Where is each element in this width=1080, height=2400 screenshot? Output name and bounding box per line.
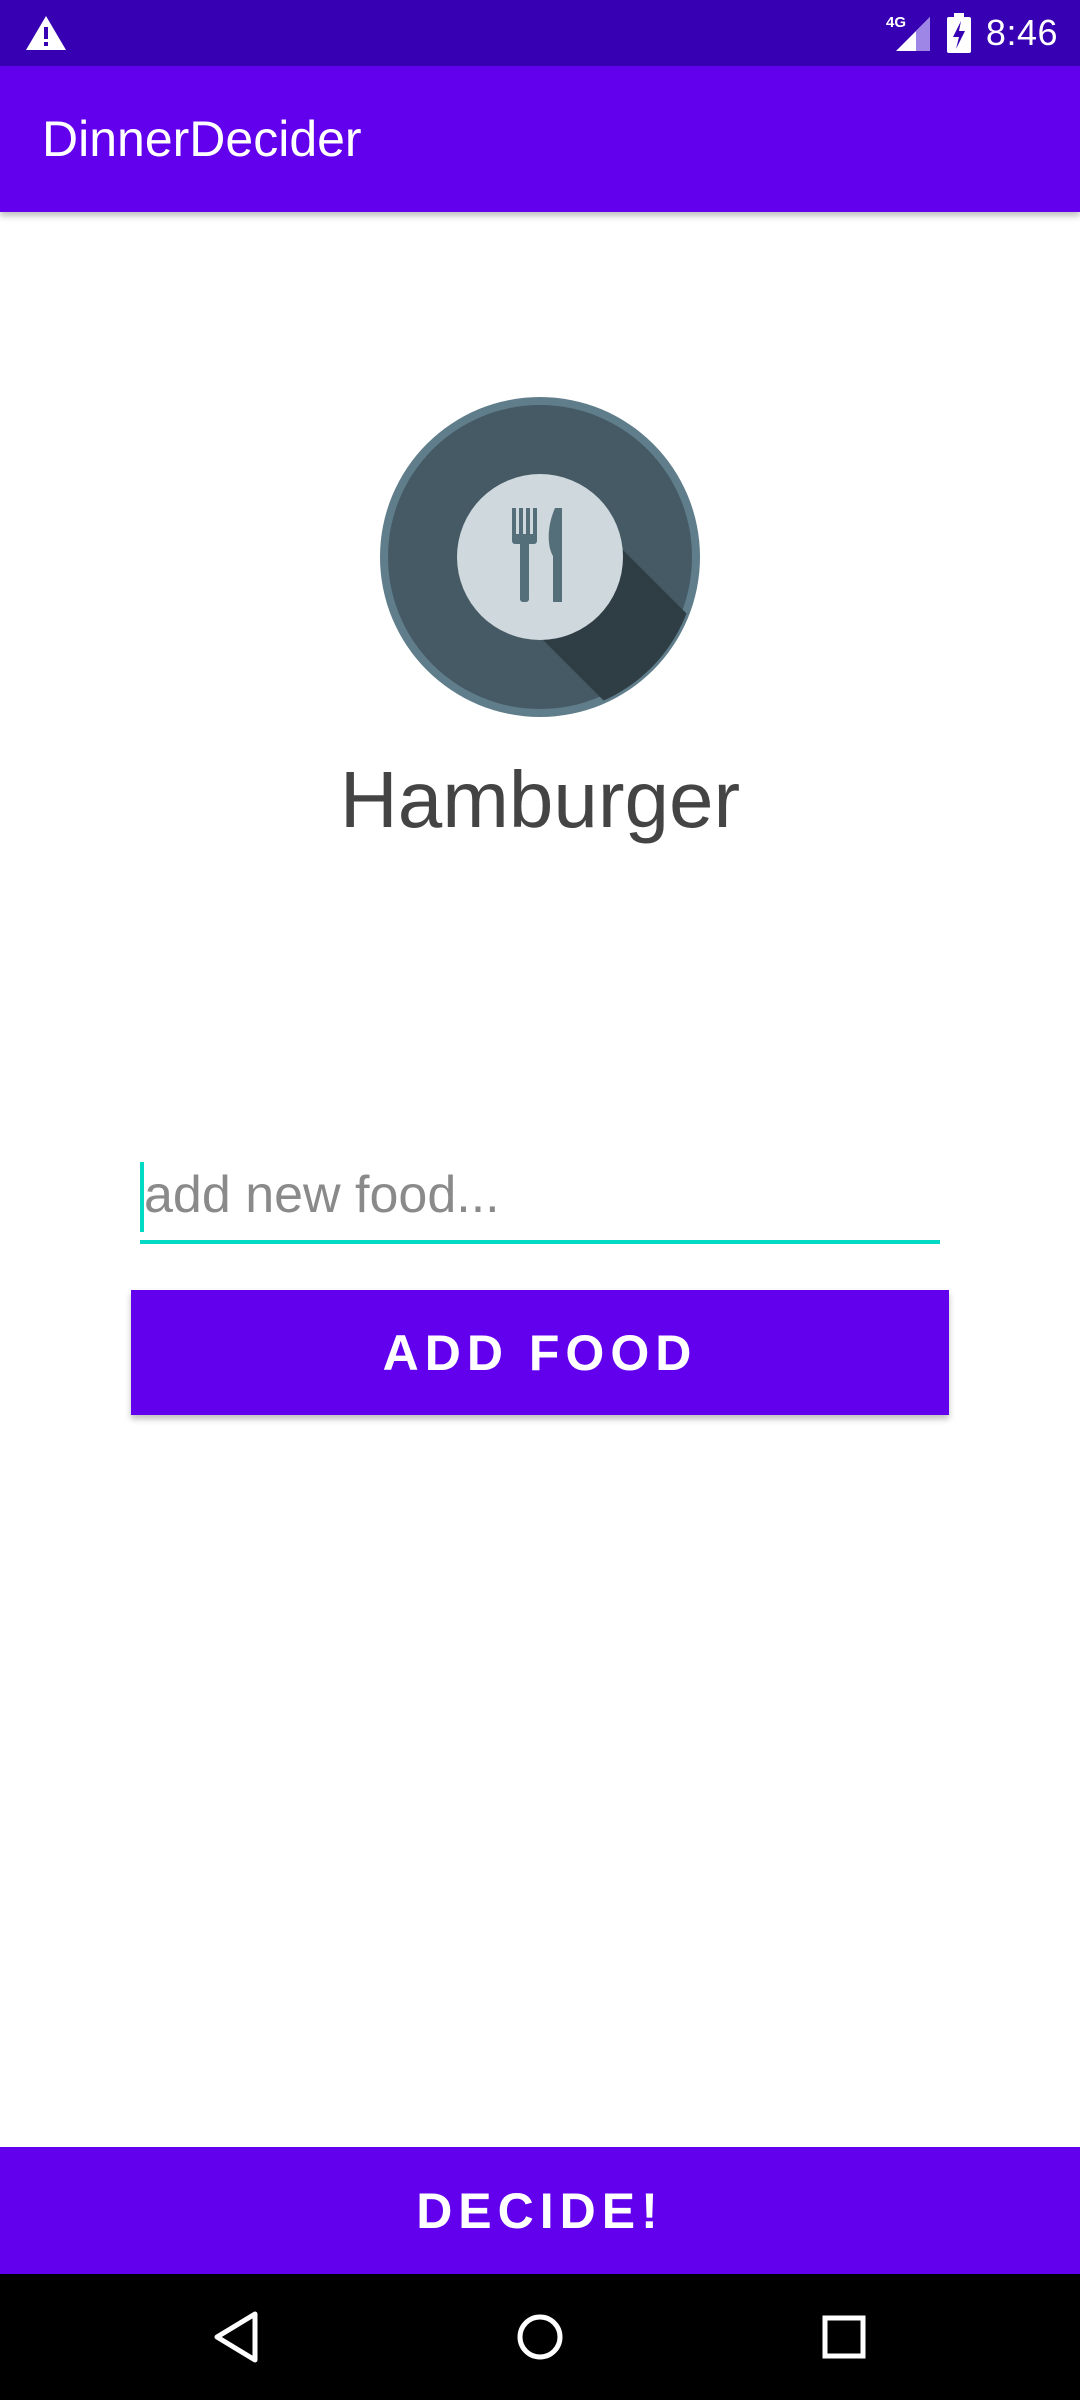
home-icon [517,2314,563,2360]
app-title: DinnerDecider [42,111,362,167]
recents-icon [822,2315,866,2359]
battery-charging-icon [946,13,971,53]
add-food-button[interactable]: ADD FOOD [131,1290,949,1415]
add-food-input[interactable] [140,1150,940,1240]
recents-button[interactable] [764,2274,924,2400]
signal-icon: 4G [886,14,930,51]
selected-food-label: Hamburger [339,755,741,844]
text-cursor [140,1162,144,1232]
home-button[interactable] [460,2274,620,2400]
status-time: 8:46 [985,12,1058,53]
food-input-container [140,1150,940,1246]
navigation-bar [0,2274,1080,2400]
screen: 4G 8:46 DinnerDecider Hamburger add new … [0,0,1080,2400]
back-icon [214,2311,258,2363]
decide-button[interactable]: DECIDE! [0,2147,1080,2274]
plate-fork-knife-icon [380,397,700,717]
input-underline [140,1240,940,1244]
status-bar: 4G 8:46 [0,0,1080,66]
warning-icon [26,16,66,50]
network-type-label: 4G [886,14,906,31]
status-indicators: 4G 8:46 [886,0,1058,66]
app-bar: DinnerDecider [0,66,1080,212]
back-button[interactable] [156,2274,316,2400]
